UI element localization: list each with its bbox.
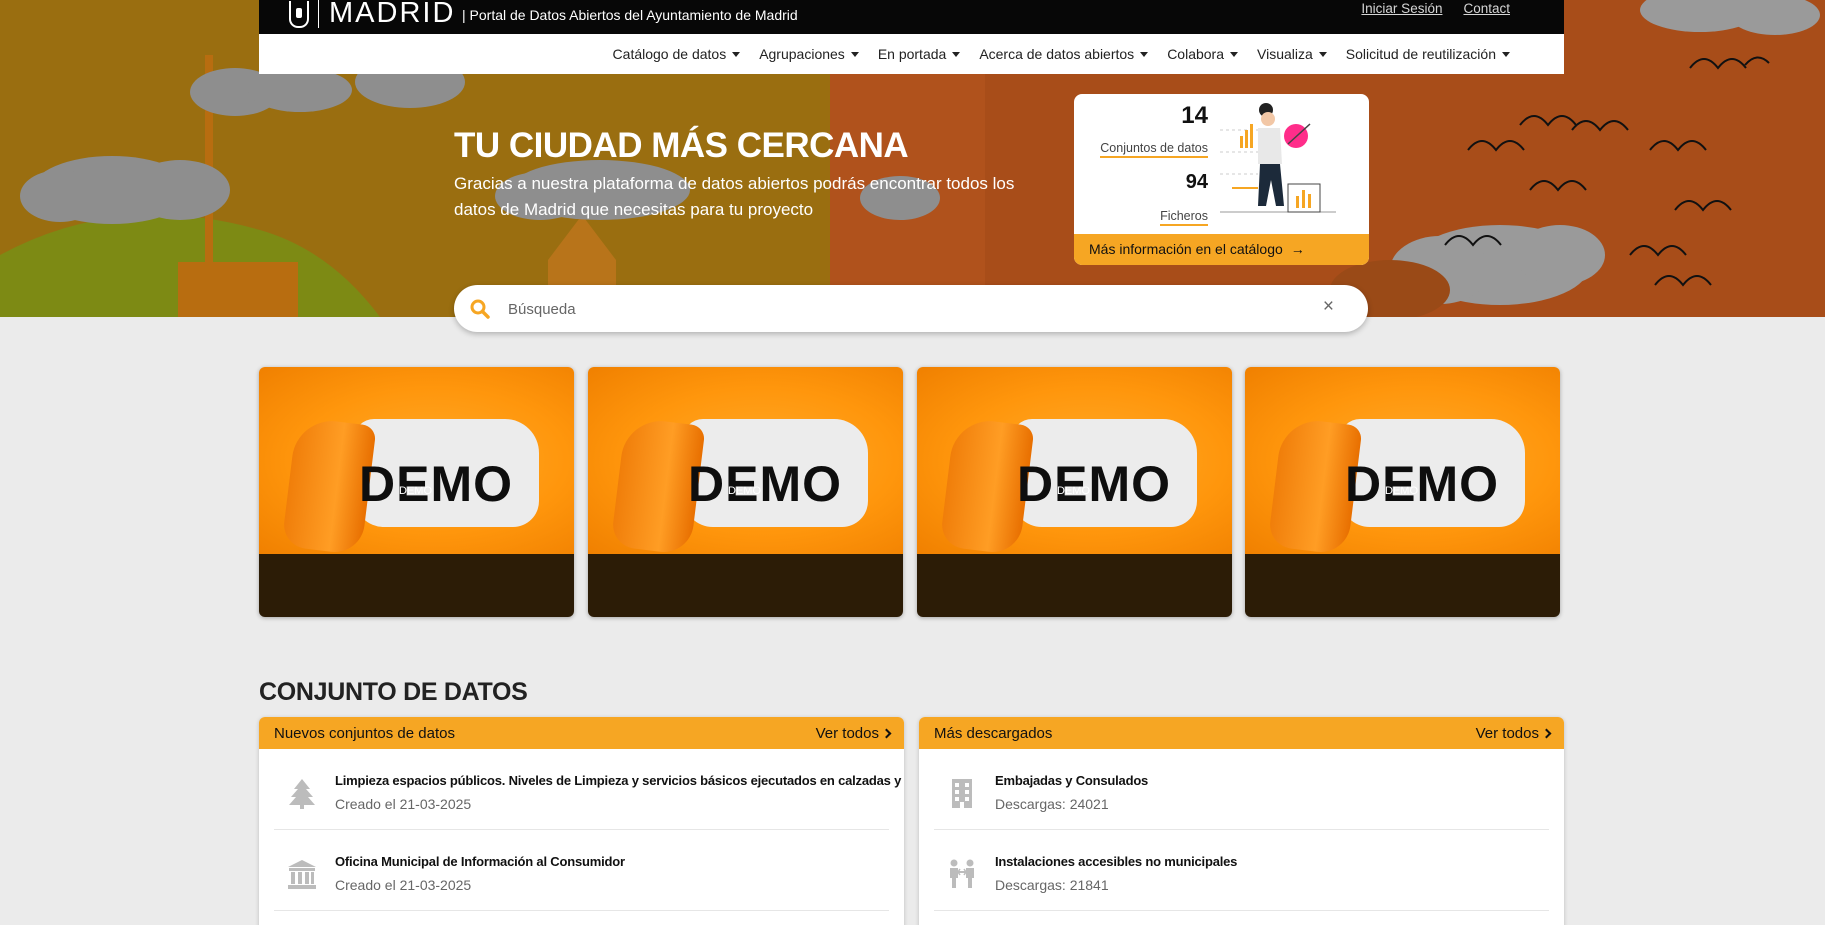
logo-text[interactable]: MADRID — [329, 0, 455, 30]
nav-catalogo[interactable]: Catálogo de datos — [613, 46, 741, 62]
see-all-label: Ver todos — [1475, 724, 1539, 742]
arrow-right-icon: → — [1290, 241, 1305, 257]
dataset-title[interactable]: Limpieza espacios públicos. Niveles de L… — [335, 773, 904, 788]
clear-search-icon[interactable]: × — [1323, 296, 1334, 318]
datasets-count: 14 — [1181, 102, 1208, 129]
contact-link[interactable]: Contact — [1463, 1, 1510, 16]
card-footer — [917, 554, 1232, 617]
institution-icon — [288, 860, 316, 889]
hero-subtitle: Gracias a nuestra plataforma de datos ab… — [454, 174, 1015, 219]
card-image: DEMO DEMO — [588, 367, 903, 556]
panel-title: Nuevos conjuntos de datos — [274, 724, 455, 742]
card-caption: DEMO — [399, 485, 432, 497]
stats-card: 14 Conjuntos de datos 94 Ficheros Más in… — [1074, 94, 1369, 265]
caret-down-icon — [952, 51, 961, 57]
catalog-info-label: Más información en el catálogo — [1089, 241, 1283, 257]
panel-header: Más descargados Ver todos — [919, 717, 1564, 749]
catalog-info-link[interactable]: Más información en el catálogo → — [1074, 234, 1369, 265]
see-all-downloaded-link[interactable]: Ver todos — [1475, 724, 1552, 742]
search-icon[interactable] — [470, 299, 490, 319]
caret-down-icon — [850, 51, 859, 57]
list-item[interactable]: Limpieza espacios públicos. Niveles de L… — [274, 749, 904, 830]
nav-label: Solicitud de reutilización — [1345, 46, 1496, 62]
card-image-text: DEMO — [359, 456, 513, 512]
chevron-right-icon — [1541, 728, 1552, 738]
see-all-label: Ver todos — [815, 724, 879, 742]
caret-down-icon — [1140, 51, 1149, 57]
dataset-title[interactable]: Instalaciones accesibles no municipales — [995, 854, 1237, 869]
caret-down-icon — [1502, 51, 1510, 57]
nav-label: Agrupaciones — [759, 46, 845, 62]
top-links: Iniciar Sesión Contact — [1361, 1, 1510, 16]
new-datasets-panel: Nuevos conjuntos de datos Ver todos Limp… — [259, 717, 904, 925]
login-link[interactable]: Iniciar Sesión — [1361, 1, 1442, 16]
dataset-title[interactable]: Oficina Municipal de Información al Cons… — [335, 854, 625, 869]
card-image: DEMO DEMO — [259, 367, 574, 556]
nav-visualiza[interactable]: Visualiza — [1257, 46, 1327, 62]
nav-label: Colabora — [1167, 46, 1225, 62]
dataset-date: Creado el 21-03-2025 — [335, 796, 472, 812]
tree-icon — [289, 779, 315, 809]
chevron-right-icon — [881, 728, 892, 738]
list-item[interactable]: Instalaciones accesibles no municipales … — [934, 830, 1549, 911]
nav-label: Visualiza — [1257, 46, 1313, 62]
card-caption: DEMO — [1057, 485, 1090, 497]
dataset-date: Creado el 21-03-2025 — [335, 877, 472, 893]
hero-title: TU CIUDAD MÁS CERCANA — [454, 126, 909, 165]
card-image: DEMO DEMO — [1245, 367, 1560, 556]
nav-colabora[interactable]: Colabora — [1167, 46, 1239, 62]
search-bar: × — [454, 285, 1368, 332]
logo-divider — [318, 0, 319, 28]
data-analyst-illustration-icon — [1220, 103, 1336, 213]
list-item[interactable]: Embajadas y Consulados Descargas: 24021 — [934, 749, 1549, 830]
featured-card[interactable]: DEMO DEMO — [1245, 367, 1560, 617]
nav-en-portada[interactable]: En portada — [878, 46, 961, 62]
nav-solicitud[interactable]: Solicitud de reutilización — [1346, 46, 1510, 62]
card-caption: DEMO — [728, 485, 761, 497]
card-caption: DEMO — [1385, 485, 1418, 497]
download-count: Descargas: 24021 — [995, 796, 1109, 812]
top-bar: MADRID | Portal de Datos Abiertos del Ay… — [259, 0, 1564, 34]
featured-card[interactable]: DEMO DEMO — [259, 367, 574, 617]
building-icon — [952, 779, 972, 808]
search-input[interactable] — [508, 294, 1308, 324]
featured-card[interactable]: DEMO DEMO — [588, 367, 903, 617]
nav-label: Acerca de datos abiertos — [979, 46, 1135, 62]
card-footer — [1245, 554, 1560, 617]
panel-title: Más descargados — [934, 724, 1053, 742]
featured-card[interactable]: DEMO DEMO — [917, 367, 1232, 617]
caret-down-icon — [732, 51, 741, 57]
download-count: Descargas: 21841 — [995, 877, 1109, 893]
datasets-label: Conjuntos de datos — [1100, 141, 1208, 158]
dataset-title[interactable]: Embajadas y Consulados — [995, 773, 1148, 788]
caret-down-icon — [1230, 51, 1239, 57]
files-label: Ficheros — [1160, 209, 1208, 226]
caret-down-icon — [1318, 51, 1327, 57]
card-footer — [588, 554, 903, 617]
card-footer — [259, 554, 574, 617]
nav-agrupaciones[interactable]: Agrupaciones — [759, 46, 859, 62]
card-image-text: DEMO — [688, 456, 842, 512]
list-item[interactable]: Oficina Municipal de Información al Cons… — [274, 830, 889, 911]
portal-title: | Portal de Datos Abiertos del Ayuntamie… — [462, 7, 798, 23]
accessibility-icon — [950, 859, 974, 888]
panel-header: Nuevos conjuntos de datos Ver todos — [259, 717, 904, 749]
files-count: 94 — [1185, 171, 1208, 193]
card-image-text: DEMO — [1345, 456, 1499, 512]
most-downloaded-panel: Más descargados Ver todos Embajadas y Co… — [919, 717, 1564, 925]
see-all-new-link[interactable]: Ver todos — [815, 724, 892, 742]
madrid-logo-icon[interactable] — [289, 1, 309, 28]
card-image: DEMO DEMO — [917, 367, 1232, 556]
nav-label: Catálogo de datos — [612, 46, 727, 62]
card-image-text: DEMO — [1017, 456, 1171, 512]
main-nav: Catálogo de datos Agrupaciones En portad… — [259, 34, 1564, 74]
nav-acerca[interactable]: Acerca de datos abiertos — [979, 46, 1149, 62]
nav-label: En portada — [877, 46, 947, 62]
section-title: CONJUNTO DE DATOS — [259, 678, 528, 706]
